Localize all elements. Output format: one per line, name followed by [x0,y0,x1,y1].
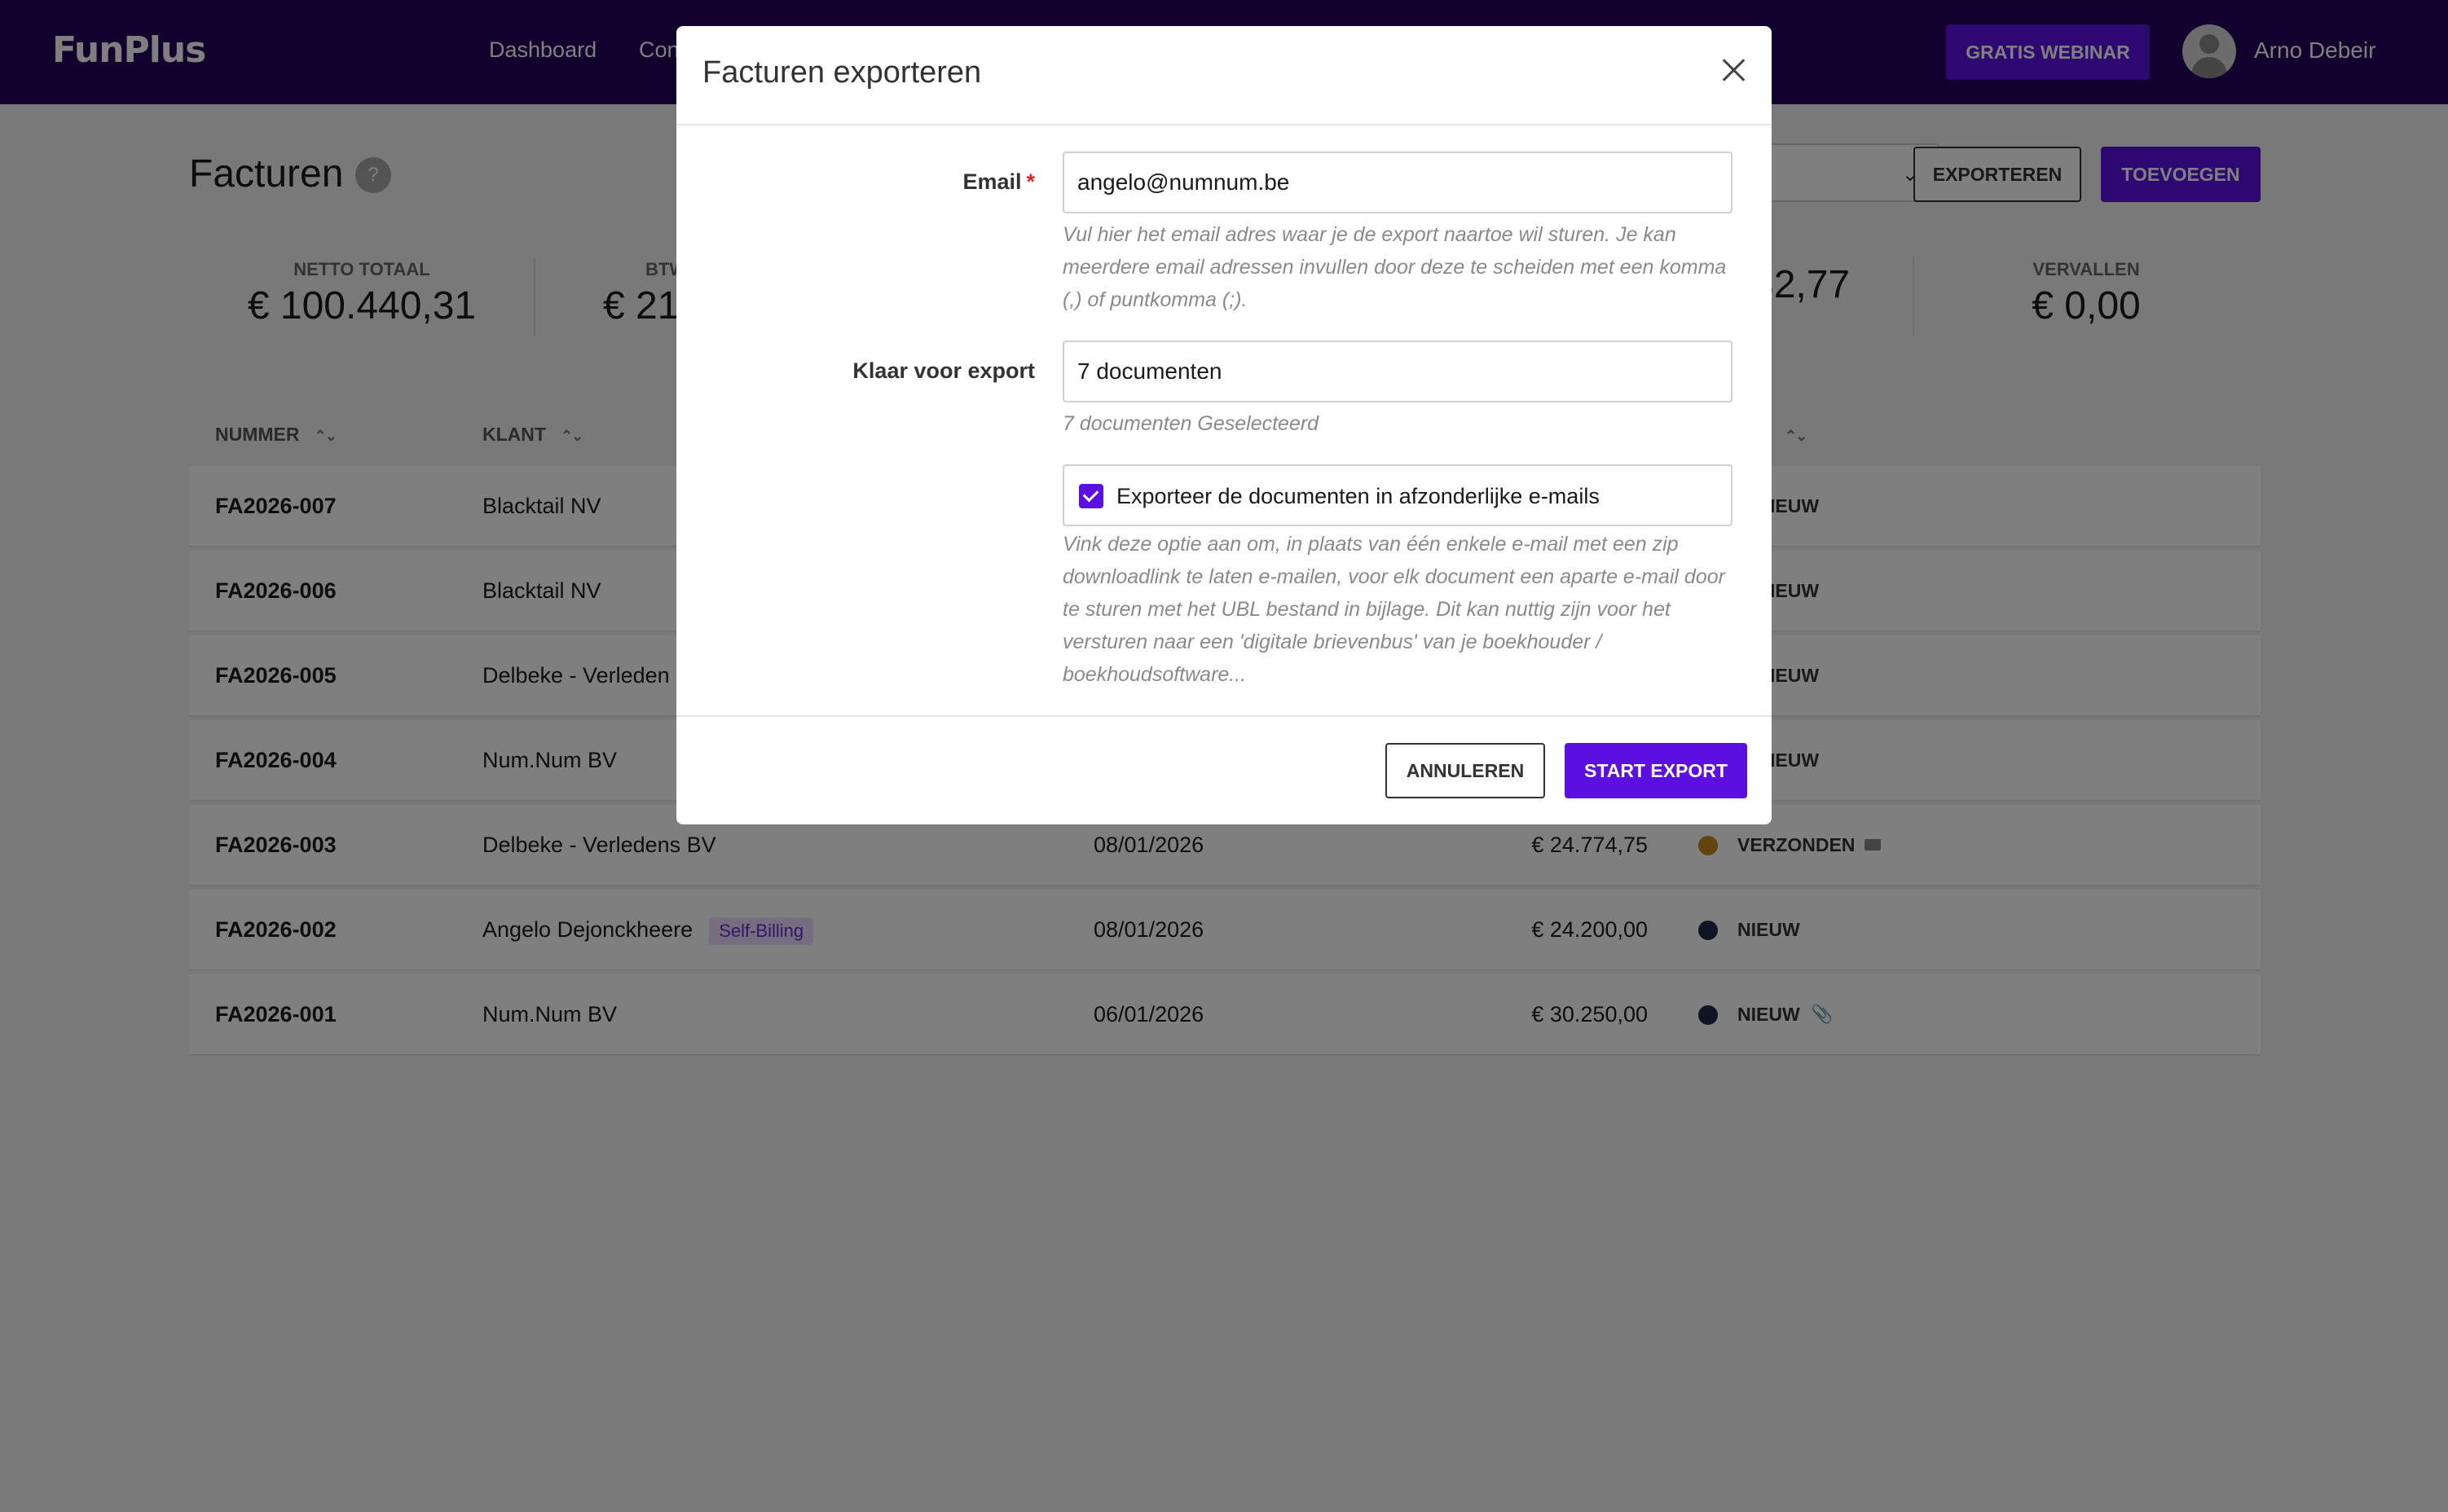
separate-emails-option[interactable]: Exporteer de documenten in afzonderlijke… [1063,464,1733,526]
cancel-button[interactable]: ANNULEREN [1385,743,1545,798]
separate-emails-label[interactable]: Exporteer de documenten in afzonderlijke… [1116,484,1600,509]
separate-emails-help-text: Vink deze optie aan om, in plaats van éé… [1063,533,1725,686]
email-help-text: Vul hier het email adres waar je de expo… [1063,223,1727,311]
separate-emails-checkbox[interactable] [1079,484,1103,508]
ready-for-export-field[interactable] [1063,341,1733,402]
export-invoices-modal: Facturen exporteren Email* Vul hier het … [676,26,1772,824]
email-label: Email * [758,169,1035,195]
close-icon[interactable] [1713,51,1754,91]
modal-footer-divider [676,715,1772,717]
email-field[interactable] [1063,152,1733,213]
email-label-text: Email [962,169,1022,194]
ready-for-export-label: Klaar voor export [852,358,1035,383]
required-marker: * [1026,169,1035,194]
modal-title: Facturen exporteren [702,55,982,90]
start-export-button[interactable]: START EXPORT [1565,743,1747,798]
modal-header-divider [676,124,1772,125]
ready-help-text: 7 documenten Geselecteerd [1063,412,1319,435]
